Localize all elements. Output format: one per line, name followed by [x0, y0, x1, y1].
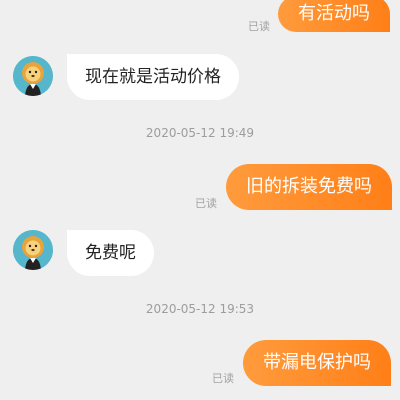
read-receipt: 已读	[195, 197, 217, 210]
message-text: 旧的拆装免费吗	[246, 176, 372, 197]
lion-mascot-icon	[13, 56, 53, 96]
read-receipt: 已读	[212, 372, 234, 385]
message-bubble-outgoing[interactable]: 有活动吗	[278, 0, 390, 32]
timestamp: 2020-05-12 19:53	[145, 302, 255, 316]
message-text: 有活动吗	[298, 3, 370, 24]
read-receipt: 已读	[248, 20, 270, 33]
avatar[interactable]	[13, 56, 53, 96]
message-text: 现在就是活动价格	[85, 67, 221, 87]
timestamp: 2020-05-12 19:49	[145, 126, 255, 140]
message-bubble-outgoing[interactable]: 带漏电保护吗	[243, 340, 391, 386]
message-text: 免费呢	[85, 243, 136, 263]
avatar[interactable]	[13, 230, 53, 270]
message-bubble-incoming[interactable]: 免费呢	[67, 230, 154, 276]
message-text: 带漏电保护吗	[263, 352, 371, 373]
lion-mascot-icon	[13, 230, 53, 270]
message-bubble-incoming[interactable]: 现在就是活动价格	[67, 54, 239, 100]
message-bubble-outgoing[interactable]: 旧的拆装免费吗	[226, 164, 392, 210]
